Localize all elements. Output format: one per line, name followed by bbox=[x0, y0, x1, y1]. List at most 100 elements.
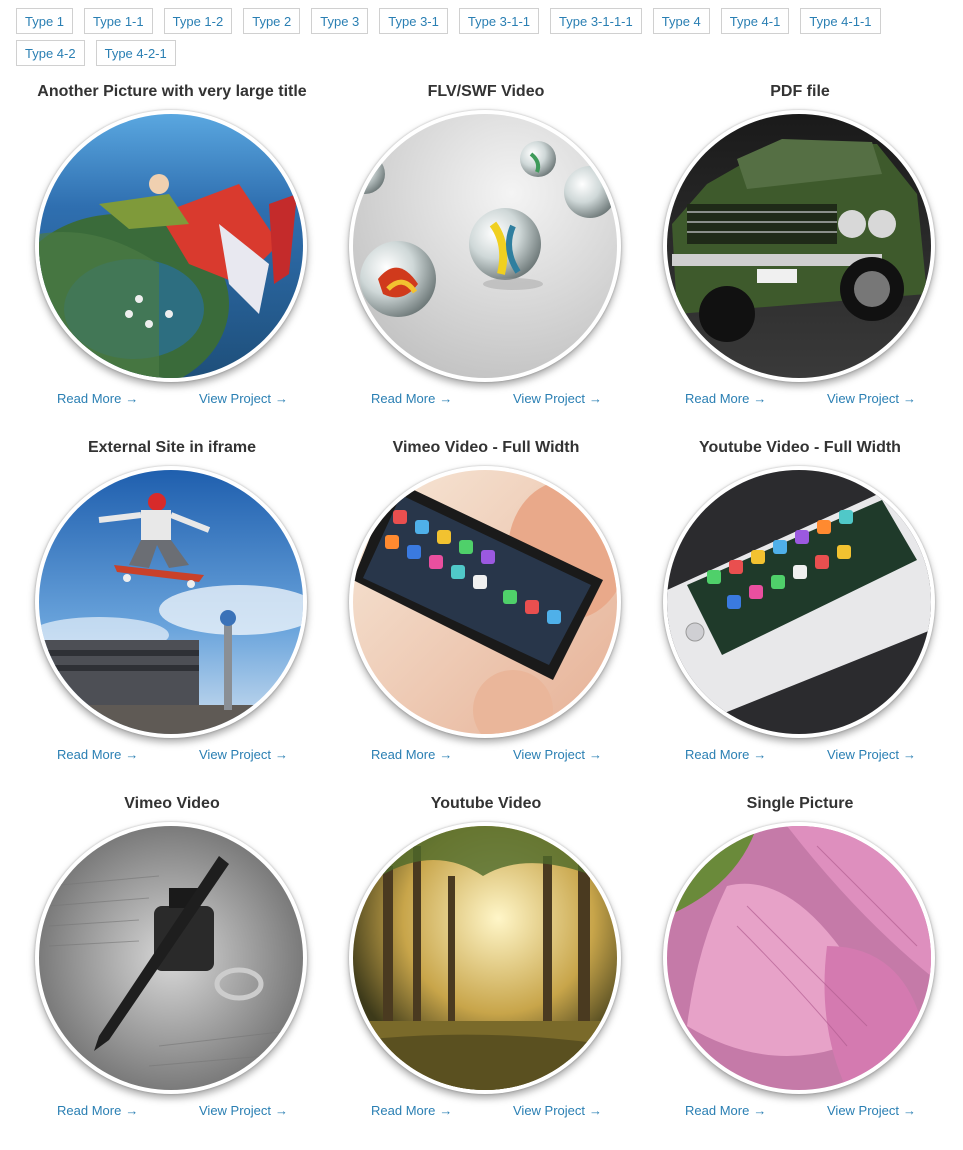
item-thumbnail[interactable] bbox=[349, 110, 621, 382]
read-more-link[interactable]: Read More → bbox=[57, 1103, 138, 1118]
view-project-link[interactable]: View Project → bbox=[199, 1103, 288, 1118]
iphone-in-hand-image[interactable] bbox=[353, 470, 617, 734]
marbles-image[interactable] bbox=[353, 114, 617, 378]
view-project-link[interactable]: View Project → bbox=[513, 391, 602, 406]
read-more-label: Read More bbox=[371, 391, 436, 406]
view-project-link[interactable]: View Project → bbox=[199, 747, 288, 762]
item-thumbnail[interactable] bbox=[349, 822, 621, 1094]
skateboarder-image[interactable] bbox=[39, 470, 303, 734]
portfolio-item: Vimeo Video Read More → View Project → bbox=[15, 794, 329, 1150]
skydivers-image[interactable] bbox=[39, 114, 303, 378]
filter-type-4-2-1[interactable]: Type 4-2-1 bbox=[95, 40, 176, 66]
arrow-right-icon: → bbox=[439, 391, 453, 406]
pink-flower-image[interactable] bbox=[667, 826, 931, 1090]
read-more-link[interactable]: Read More → bbox=[685, 391, 766, 406]
view-project-label: View Project bbox=[513, 391, 586, 406]
arrow-right-icon: → bbox=[589, 391, 603, 406]
read-more-link[interactable]: Read More → bbox=[371, 391, 452, 406]
read-more-label: Read More bbox=[371, 747, 436, 762]
read-more-label: Read More bbox=[685, 391, 750, 406]
view-project-link[interactable]: View Project → bbox=[827, 1103, 916, 1118]
item-title: Youtube Video - Full Width bbox=[699, 439, 901, 456]
read-more-link[interactable]: Read More → bbox=[57, 747, 138, 762]
read-more-label: Read More bbox=[685, 1103, 750, 1118]
item-title: Vimeo Video bbox=[124, 795, 220, 812]
iphone-on-dark-image[interactable] bbox=[667, 470, 931, 734]
read-more-link[interactable]: Read More → bbox=[371, 1103, 452, 1118]
arrow-right-icon: → bbox=[753, 391, 767, 406]
filter-type-4-2[interactable]: Type 4-2 bbox=[16, 40, 85, 66]
item-title: Single Picture bbox=[746, 795, 854, 812]
portfolio-row: External Site in iframe Read More → View… bbox=[0, 438, 963, 794]
item-thumbnail[interactable] bbox=[663, 466, 935, 738]
item-title: FLV/SWF Video bbox=[427, 83, 545, 100]
view-project-label: View Project bbox=[827, 1103, 900, 1118]
arrow-right-icon: → bbox=[753, 747, 767, 762]
filter-type-1[interactable]: Type 1 bbox=[16, 8, 74, 34]
filter-type-2[interactable]: Type 2 bbox=[243, 8, 301, 34]
arrow-right-icon: → bbox=[903, 1103, 917, 1118]
item-title: Vimeo Video - Full Width bbox=[392, 439, 580, 456]
item-thumbnail[interactable] bbox=[663, 822, 935, 1094]
item-title: Youtube Video bbox=[430, 795, 542, 812]
arrow-right-icon: → bbox=[125, 1103, 139, 1118]
view-project-label: View Project bbox=[827, 391, 900, 406]
portfolio-item: Another Picture with very large title Re… bbox=[15, 82, 329, 438]
read-more-link[interactable]: Read More → bbox=[371, 747, 452, 762]
portfolio-row: Vimeo Video Read More → View Project → Y… bbox=[0, 794, 963, 1150]
portfolio-item: Youtube Video - Full Width Read More → V… bbox=[643, 438, 957, 794]
view-project-label: View Project bbox=[199, 747, 272, 762]
filter-type-3-1-1[interactable]: Type 3-1-1 bbox=[458, 8, 540, 34]
portfolio-item: Single Picture Read More → View Project … bbox=[643, 794, 957, 1150]
read-more-link[interactable]: Read More → bbox=[685, 1103, 766, 1118]
filter-type-1-1[interactable]: Type 1-1 bbox=[84, 8, 153, 34]
portfolio-item: FLV/SWF Video Read More → View Project → bbox=[329, 82, 643, 438]
filter-type-4[interactable]: Type 4 bbox=[652, 8, 710, 34]
portfolio-item: Youtube Video Read More → View Project → bbox=[329, 794, 643, 1150]
filter-type-3-1[interactable]: Type 3-1 bbox=[379, 8, 448, 34]
filter-type-1-2[interactable]: Type 1-2 bbox=[163, 8, 233, 34]
item-thumbnail[interactable] bbox=[663, 110, 935, 382]
view-project-label: View Project bbox=[199, 391, 272, 406]
read-more-label: Read More bbox=[371, 1103, 436, 1118]
view-project-label: View Project bbox=[513, 1103, 586, 1118]
portfolio-item: External Site in iframe Read More → View… bbox=[15, 438, 329, 794]
arrow-right-icon: → bbox=[753, 1103, 767, 1118]
item-title: PDF file bbox=[770, 83, 830, 100]
filter-type-4-1-1[interactable]: Type 4-1-1 bbox=[800, 8, 881, 34]
arrow-right-icon: → bbox=[275, 747, 289, 762]
ink-bottle-image[interactable] bbox=[39, 826, 303, 1090]
arrow-right-icon: → bbox=[903, 391, 917, 406]
portfolio-row: Another Picture with very large title Re… bbox=[0, 82, 963, 438]
arrow-right-icon: → bbox=[125, 391, 139, 406]
mustang-car-image[interactable] bbox=[667, 114, 931, 378]
view-project-label: View Project bbox=[827, 747, 900, 762]
item-thumbnail[interactable] bbox=[35, 466, 307, 738]
portfolio-item: Vimeo Video - Full Width Read More → Vie… bbox=[329, 438, 643, 794]
item-thumbnail[interactable] bbox=[35, 822, 307, 1094]
filter-bar: Type 1 Type 1-1 Type 1-2 Type 2 Type 3 T… bbox=[16, 8, 956, 72]
item-title: Another Picture with very large title bbox=[37, 83, 307, 100]
arrow-right-icon: → bbox=[589, 747, 603, 762]
read-more-link[interactable]: Read More → bbox=[57, 391, 138, 406]
portfolio-grid: Another Picture with very large title Re… bbox=[0, 82, 963, 1150]
filter-type-3-1-1-1[interactable]: Type 3-1-1-1 bbox=[550, 8, 642, 34]
arrow-right-icon: → bbox=[125, 747, 139, 762]
view-project-link[interactable]: View Project → bbox=[827, 747, 916, 762]
item-thumbnail[interactable] bbox=[349, 466, 621, 738]
arrow-right-icon: → bbox=[275, 391, 289, 406]
view-project-label: View Project bbox=[199, 1103, 272, 1118]
arrow-right-icon: → bbox=[275, 1103, 289, 1118]
view-project-link[interactable]: View Project → bbox=[513, 1103, 602, 1118]
filter-type-3[interactable]: Type 3 bbox=[311, 8, 369, 34]
arrow-right-icon: → bbox=[439, 1103, 453, 1118]
view-project-label: View Project bbox=[513, 747, 586, 762]
item-thumbnail[interactable] bbox=[35, 110, 307, 382]
read-more-label: Read More bbox=[685, 747, 750, 762]
view-project-link[interactable]: View Project → bbox=[827, 391, 916, 406]
filter-type-4-1[interactable]: Type 4-1 bbox=[720, 8, 790, 34]
view-project-link[interactable]: View Project → bbox=[199, 391, 288, 406]
read-more-link[interactable]: Read More → bbox=[685, 747, 766, 762]
forest-image[interactable] bbox=[353, 826, 617, 1090]
view-project-link[interactable]: View Project → bbox=[513, 747, 602, 762]
